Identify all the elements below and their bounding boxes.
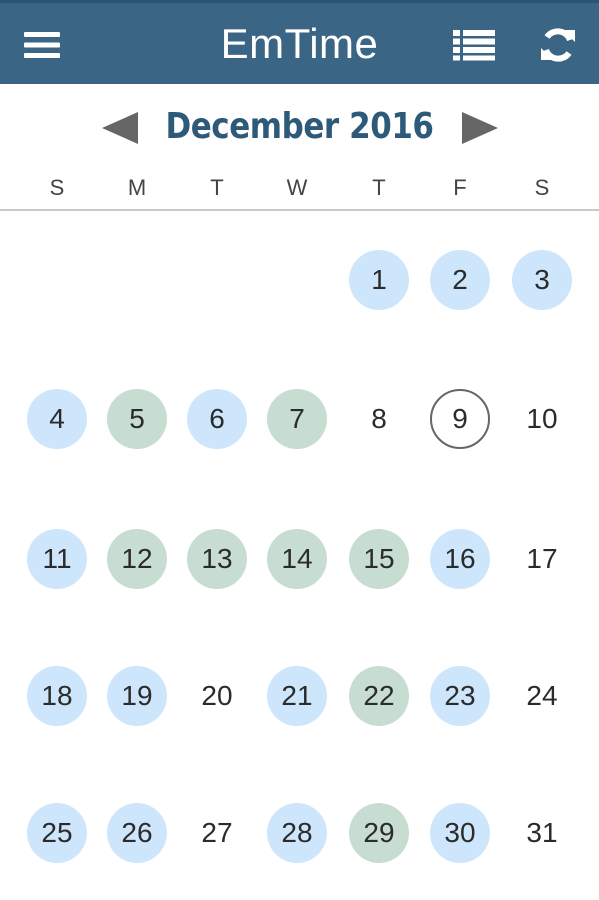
calendar-day[interactable]: 4 <box>27 389 87 449</box>
calendar-day[interactable]: 24 <box>512 666 572 726</box>
calendar-day[interactable]: 1 <box>349 250 409 310</box>
list-view-icon[interactable] <box>452 25 496 65</box>
month-navigation: December 2016 <box>0 100 599 156</box>
header-divider <box>0 209 599 211</box>
calendar-day[interactable]: 15 <box>349 529 409 589</box>
weekday-header-tue: T <box>210 175 224 200</box>
calendar-day[interactable]: 22 <box>349 666 409 726</box>
calendar-day[interactable]: 5 <box>107 389 167 449</box>
calendar-day[interactable]: 19 <box>107 666 167 726</box>
calendar-day[interactable]: 6 <box>187 389 247 449</box>
weekday-header-wed: W <box>286 175 308 200</box>
calendar-day[interactable]: 10 <box>512 389 572 449</box>
refresh-icon[interactable] <box>536 25 580 65</box>
calendar-day[interactable]: 7 <box>267 389 327 449</box>
calendar-day[interactable]: 11 <box>27 529 87 589</box>
calendar-day[interactable]: 18 <box>27 666 87 726</box>
calendar-day-today[interactable]: 9 <box>430 389 490 449</box>
app-title: EmTime <box>220 20 379 67</box>
calendar-day[interactable]: 8 <box>349 389 409 449</box>
calendar-day[interactable]: 27 <box>187 803 247 863</box>
calendar-day[interactable]: 26 <box>107 803 167 863</box>
calendar-day[interactable]: 31 <box>512 803 572 863</box>
next-month-arrow-icon[interactable] <box>458 110 502 146</box>
calendar-day[interactable]: 16 <box>430 529 490 589</box>
weekday-header-sat: S <box>534 175 550 200</box>
calendar-day[interactable]: 29 <box>349 803 409 863</box>
calendar-day[interactable]: 12 <box>107 529 167 589</box>
calendar-day[interactable]: 2 <box>430 250 490 310</box>
calendar-day[interactable]: 3 <box>512 250 572 310</box>
calendar-day[interactable]: 14 <box>267 529 327 589</box>
weekday-header-fri: F <box>453 175 467 200</box>
calendar-day[interactable]: 21 <box>267 666 327 726</box>
calendar-day[interactable]: 30 <box>430 803 490 863</box>
calendar-day[interactable]: 13 <box>187 529 247 589</box>
calendar-day[interactable]: 17 <box>512 529 572 589</box>
app-bar: EmTime <box>0 0 599 84</box>
weekday-header-sun: S <box>49 175 65 200</box>
calendar-day[interactable]: 23 <box>430 666 490 726</box>
calendar-day[interactable]: 25 <box>27 803 87 863</box>
calendar-day[interactable]: 28 <box>267 803 327 863</box>
weekday-header-thu: T <box>372 175 386 200</box>
weekday-header-mon: M <box>127 175 147 200</box>
calendar-day[interactable]: 20 <box>187 666 247 726</box>
